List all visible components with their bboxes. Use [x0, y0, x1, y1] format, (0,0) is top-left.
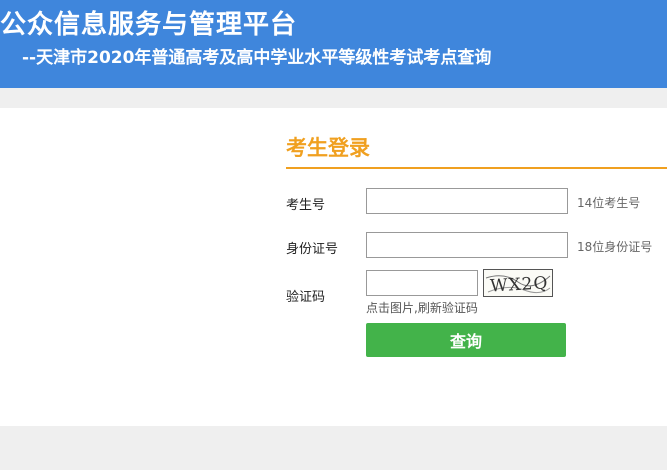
- header-title: 公众信息服务与管理平台: [0, 10, 298, 40]
- captcha-refresh-note: 点击图片,刷新验证码: [366, 301, 478, 315]
- page-header: 公众信息服务与管理平台 --天津市2020年普通高考及高中学业水平等级性考试考点…: [0, 0, 667, 88]
- login-title-divider: [286, 167, 667, 169]
- header-subtitle: --天津市2020年普通高考及高中学业水平等级性考试考点查询: [22, 48, 492, 68]
- query-button[interactable]: 查询: [366, 323, 566, 357]
- exam-number-input[interactable]: [366, 188, 568, 214]
- id-number-label: 身份证号: [286, 242, 339, 257]
- captcha-input[interactable]: [366, 270, 478, 296]
- login-title: 考生登录: [286, 136, 370, 160]
- id-number-hint: 18位身份证号: [577, 240, 653, 254]
- captcha-text: WX2Q: [490, 273, 549, 296]
- exam-number-hint: 14位考生号: [577, 196, 641, 210]
- captcha-label: 验证码: [286, 290, 326, 305]
- exam-number-label: 考生号: [286, 198, 326, 213]
- id-number-input[interactable]: [366, 232, 568, 258]
- captcha-image[interactable]: WX2Q: [483, 269, 553, 297]
